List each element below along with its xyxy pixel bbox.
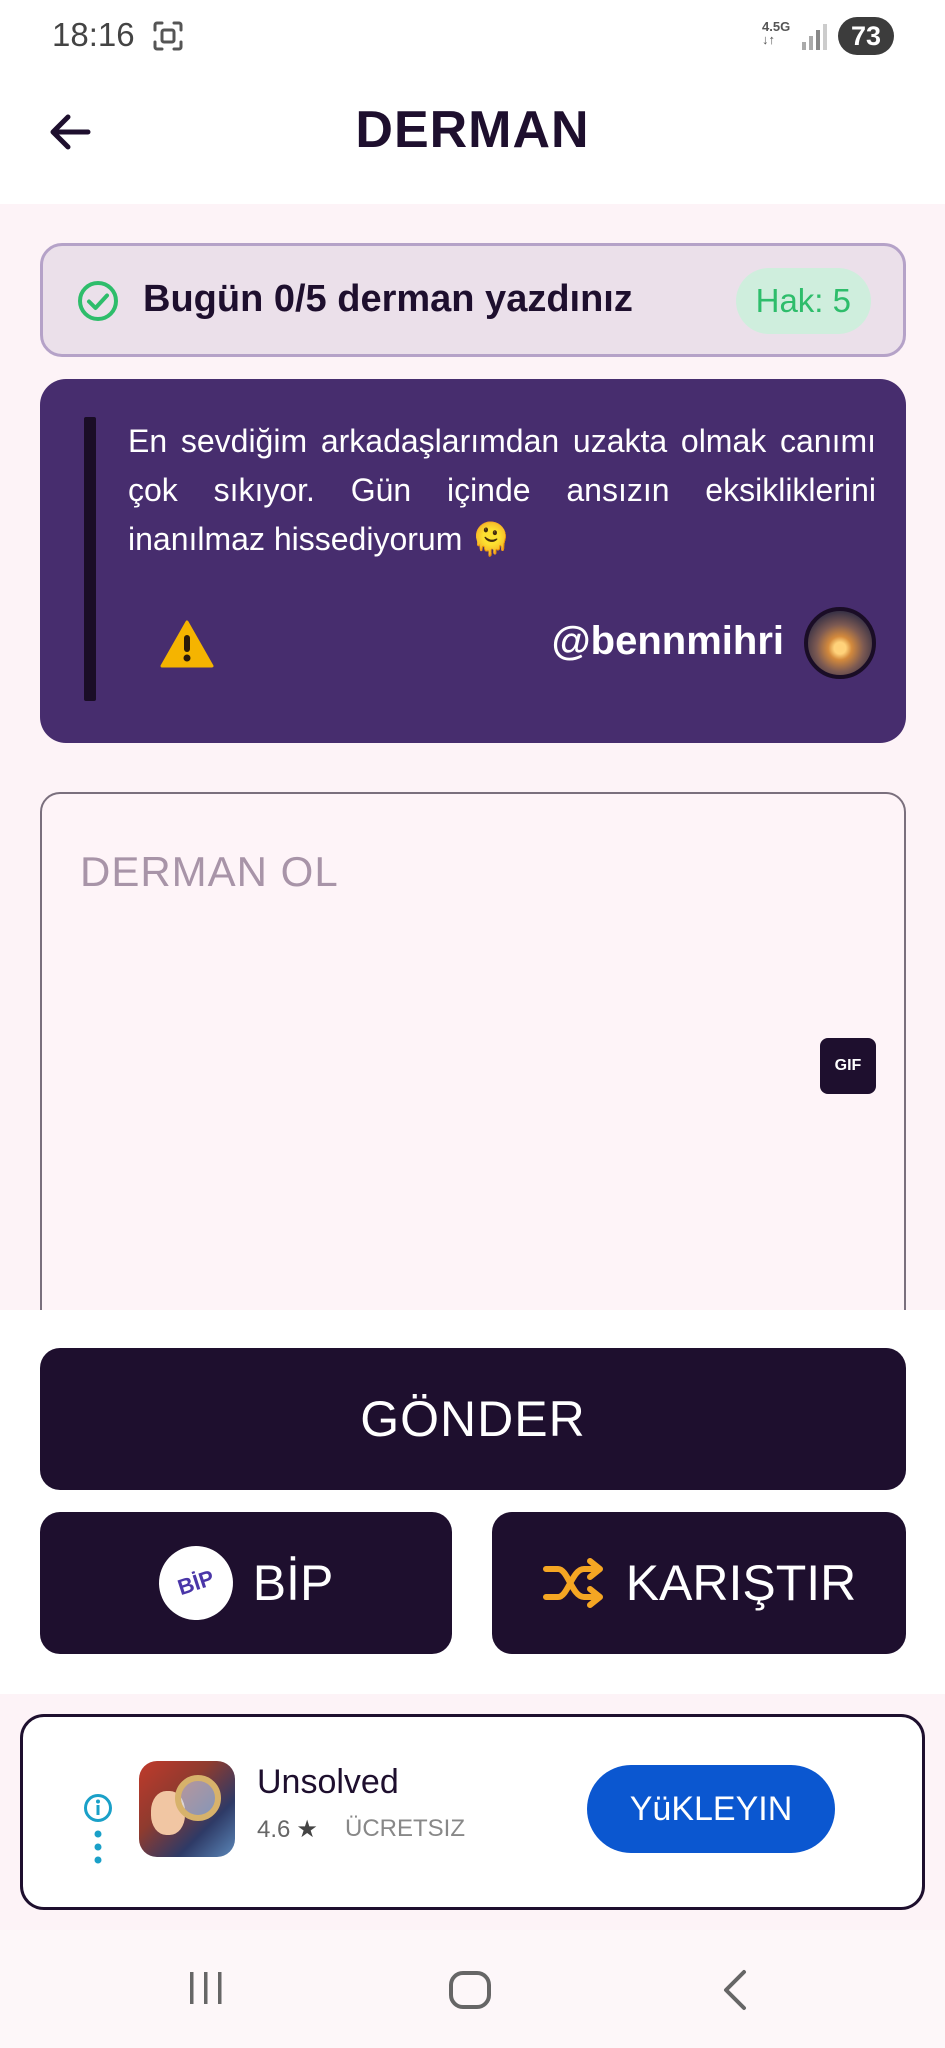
bip-logo-icon: BİP	[149, 1536, 243, 1630]
warning-icon[interactable]	[160, 619, 214, 669]
more-vertical-icon[interactable]	[93, 1829, 103, 1865]
ad-rating: 4.6 ★	[257, 1816, 318, 1843]
check-circle-icon	[78, 281, 118, 321]
ad-install-button[interactable]: YüKLEYIN	[587, 1765, 835, 1853]
action-panel: GÖNDER BİP BİP KARIŞTIR	[0, 1310, 945, 1694]
network-type: 4.5G ↓↑	[762, 19, 791, 47]
recents-icon[interactable]	[186, 1970, 226, 2006]
screenshot-icon	[153, 21, 183, 51]
bip-button-label: BİP	[252, 1555, 334, 1611]
ad-area: Unsolved 4.6 ★ ÜCRETSIZ YüKLEYIN	[0, 1694, 945, 1930]
battery-badge: 73	[838, 17, 894, 55]
quota-badge: Hak: 5	[735, 268, 871, 334]
gif-button[interactable]: GIF	[820, 1038, 876, 1094]
ad-app-icon[interactable]	[139, 1761, 235, 1857]
reply-input[interactable]	[80, 842, 780, 902]
ad-app-name[interactable]: Unsolved	[257, 1763, 399, 1802]
page-title: DERMAN	[355, 101, 590, 159]
shuffle-button-label: KARIŞTIR	[625, 1555, 857, 1611]
avatar[interactable]	[804, 607, 876, 679]
shuffle-button[interactable]: KARIŞTIR	[492, 1512, 906, 1654]
daily-counter-card: Bugün 0/5 derman yazdınız Hak: 5	[40, 243, 906, 357]
status-time: 18:16	[52, 16, 135, 53]
message-text: En sevdiğim arkadaşlarımdan uzakta olmak…	[128, 423, 876, 557]
quote-bar	[84, 417, 96, 701]
nav-back-icon[interactable]	[718, 1968, 752, 2012]
ad-banner[interactable]: Unsolved 4.6 ★ ÜCRETSIZ YüKLEYIN	[20, 1714, 925, 1910]
bip-button[interactable]: BİP BİP	[40, 1512, 452, 1654]
shuffle-icon	[542, 1558, 603, 1608]
reply-box: GIF	[40, 792, 906, 1352]
daily-counter-text: Bugün 0/5 derman yazdınız	[143, 278, 633, 320]
ad-price: ÜCRETSIZ	[345, 1815, 465, 1842]
star-icon: ★	[296, 1816, 318, 1843]
message-username[interactable]: @bennmihri	[552, 619, 784, 664]
signal-icon	[802, 24, 827, 50]
home-icon[interactable]	[448, 1970, 492, 2010]
status-bar: 18:16 4.5G ↓↑ 73	[0, 0, 945, 72]
info-icon[interactable]	[83, 1793, 113, 1823]
send-button[interactable]: GÖNDER	[40, 1348, 906, 1490]
message-card: En sevdiğim arkadaşlarımdan uzakta olmak…	[40, 379, 906, 743]
app-bar: DERMAN	[0, 72, 945, 204]
system-nav-bar	[0, 1930, 945, 2048]
